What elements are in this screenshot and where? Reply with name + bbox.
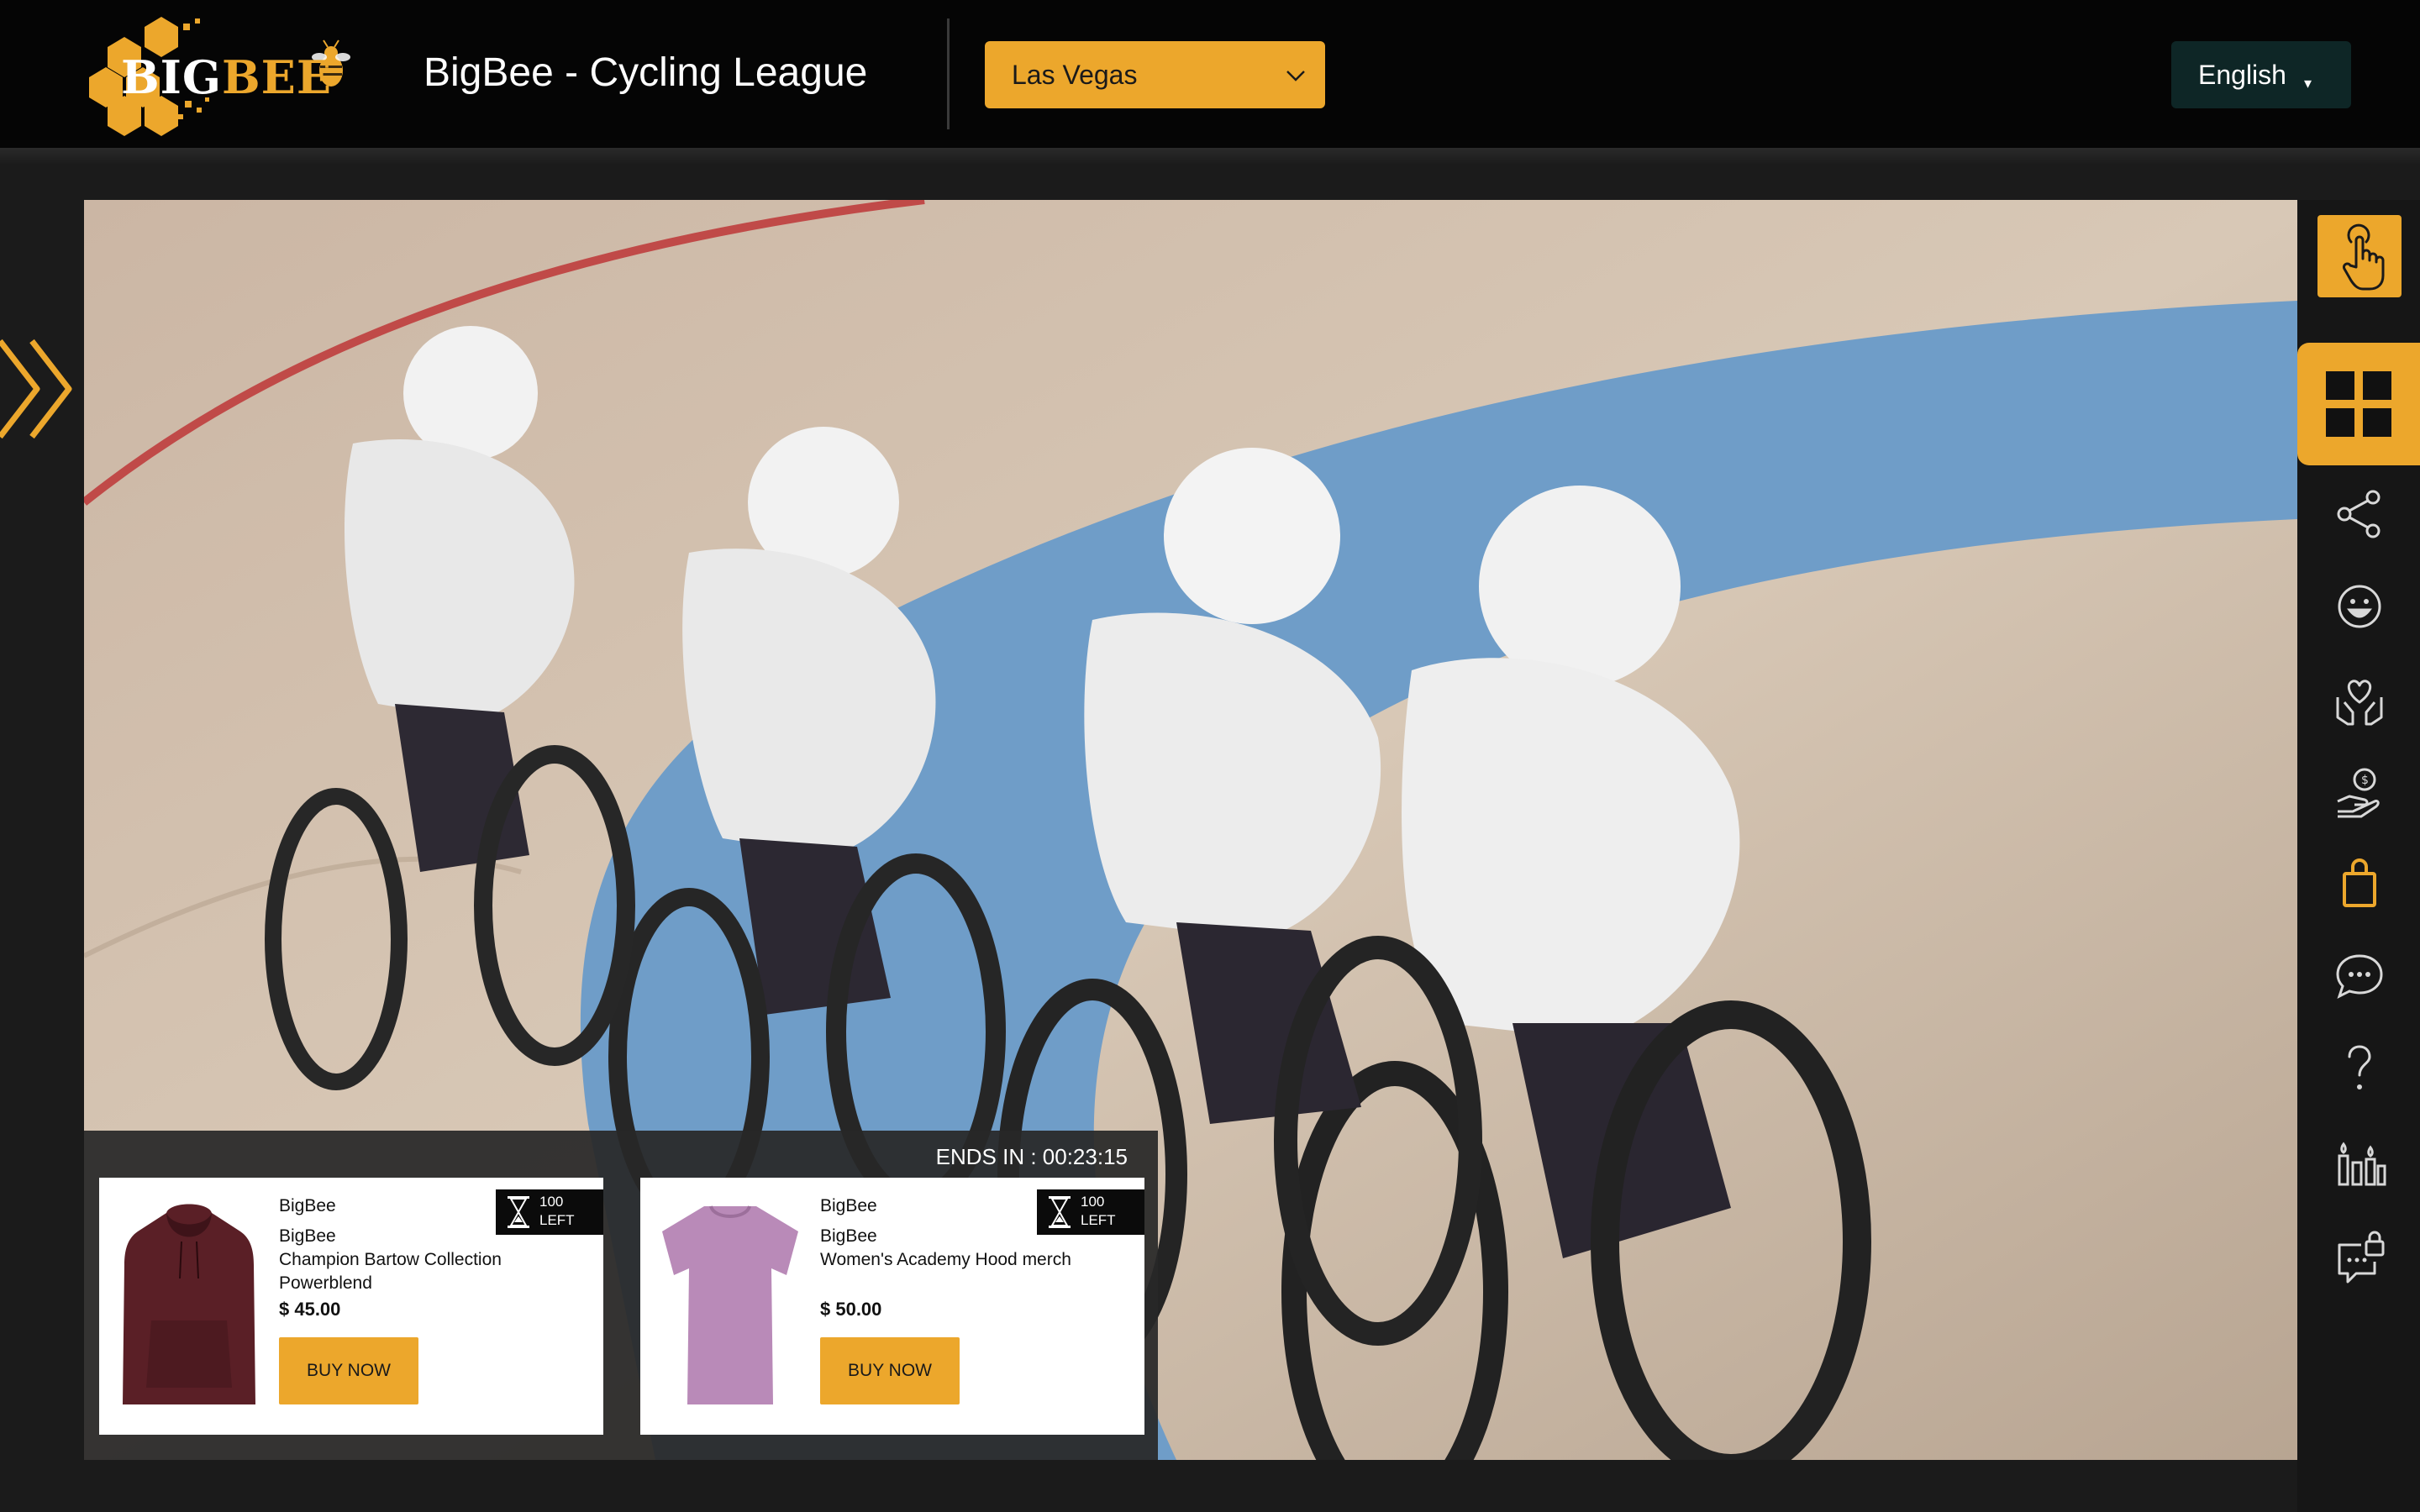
buy-now-button[interactable]: BUY NOW <box>820 1337 960 1404</box>
heart-hands-icon <box>2336 680 2383 726</box>
share-button[interactable] <box>2328 482 2391 546</box>
product-name: Women's Academy Hood merch <box>820 1250 1071 1269</box>
grid-icon <box>2326 371 2391 437</box>
sidebar-expand-button[interactable] <box>0 334 84 444</box>
donate-button[interactable] <box>2328 667 2391 731</box>
smiley-icon <box>2338 585 2381 628</box>
bigbee-logo[interactable]: BIGBEE <box>74 7 360 143</box>
product-brand: BigBee <box>820 1196 877 1215</box>
stock-count: 100 <box>539 1194 564 1210</box>
product-brand: BigBee <box>279 1196 336 1215</box>
svg-text:$: $ <box>2361 774 2369 787</box>
chevron-down-icon <box>1286 71 1305 81</box>
locked-chat-icon <box>2338 1231 2385 1284</box>
product-seller: BigBee <box>279 1226 336 1246</box>
product-card[interactable]: 100 LEFT BigBee BigBee Champion Bartow C… <box>99 1178 603 1435</box>
product-name: Champion Bartow Collection Powerblend <box>279 1250 502 1293</box>
top-navigation-bar: BIGBEE BigBee - Cycling League Las Vegas… <box>0 0 2420 148</box>
hourglass-icon <box>1049 1196 1071 1228</box>
logo-text-big: BIG <box>121 50 223 104</box>
buy-now-button[interactable]: BUY NOW <box>279 1337 418 1404</box>
language-label: English <box>2198 60 2286 90</box>
product-card[interactable]: 100 LEFT BigBee BigBee Women's Academy H… <box>640 1178 1144 1435</box>
stock-count: 100 <box>1081 1194 1105 1210</box>
chat-button[interactable] <box>2328 944 2391 1008</box>
stats-button[interactable] <box>2328 1129 2391 1193</box>
grid-view-button[interactable] <box>2297 343 2420 465</box>
logo-text-bee: BEE <box>222 50 332 104</box>
city-select-dropdown[interactable]: Las Vegas <box>985 41 1325 108</box>
page-title: BigBee - Cycling League <box>424 50 868 95</box>
private-chat-button[interactable] <box>2328 1226 2391 1290</box>
city-select-value: Las Vegas <box>1012 60 1138 90</box>
hoodie-image <box>123 1204 255 1404</box>
header-shadow <box>0 148 2420 165</box>
caret-down-icon: ▾ <box>2304 75 2312 92</box>
tip-button[interactable]: $ <box>2328 759 2391 823</box>
header-divider <box>947 18 950 129</box>
hand-tap-icon <box>2343 223 2385 291</box>
question-mark-icon <box>2348 1045 2371 1089</box>
logo-wordmark: BIGBEE <box>121 50 332 104</box>
hourglass-icon <box>508 1196 529 1228</box>
product-price: $ 45.00 <box>279 1299 341 1320</box>
help-button[interactable] <box>2328 1037 2391 1100</box>
product-price: $ 50.00 <box>820 1299 882 1320</box>
reactions-button[interactable] <box>2328 575 2391 638</box>
chat-bubble-icon <box>2336 954 2383 999</box>
tap-interact-button[interactable] <box>2317 215 2402 297</box>
buy-now-label: BUY NOW <box>848 1361 932 1380</box>
shopping-bag-icon <box>2343 858 2376 907</box>
live-shop-panel: ENDS IN : 00:23:15 100 LEFT BigBee BigBe… <box>84 1131 1158 1460</box>
product-seller: BigBee <box>820 1226 877 1246</box>
stock-badge: 100 LEFT <box>496 1189 603 1235</box>
buy-now-label: BUY NOW <box>307 1361 391 1380</box>
stock-label: LEFT <box>1081 1212 1116 1228</box>
shop-button[interactable] <box>2328 852 2391 916</box>
stock-badge: 100 LEFT <box>1037 1189 1144 1235</box>
stock-label: LEFT <box>539 1212 575 1228</box>
double-chevron-right-icon <box>0 339 72 439</box>
candles-icon <box>2338 1142 2386 1186</box>
hand-coin-icon: $ <box>2337 768 2380 818</box>
sale-countdown: ENDS IN : 00:23:15 <box>935 1144 1128 1169</box>
share-icon <box>2337 490 2381 538</box>
language-select-button[interactable]: English ▾ <box>2171 41 2351 108</box>
tshirt-image <box>662 1205 798 1404</box>
